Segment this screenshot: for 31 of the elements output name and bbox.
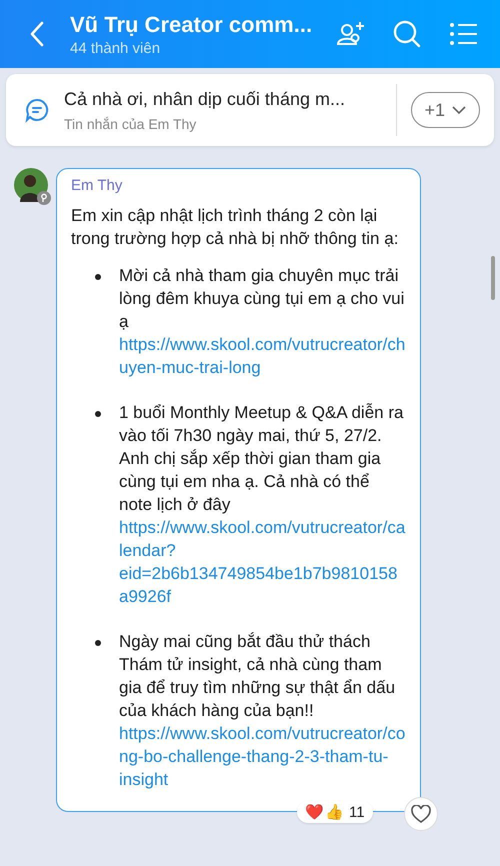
- scrollbar[interactable]: [491, 256, 495, 300]
- link[interactable]: https://www.skool.com/vutrucreator/cong-bo-challenge-thang-2-3-tham-tu-insight: [119, 722, 406, 791]
- pinned-message-text: Cả nhà ơi, nhân dịp cuối tháng m...: [64, 88, 346, 110]
- menu-icon: [449, 21, 477, 47]
- member-count: 44 thành viên: [70, 40, 162, 56]
- key-badge-icon: [37, 191, 51, 205]
- reaction-emoji: 👍: [325, 803, 344, 821]
- avatar[interactable]: [14, 168, 48, 202]
- list-item-text: 1 buổi Monthly Meetup & Q&A diễn ra vào tối 7h30 ngày mai, thứ 5, 27/2. Anh chị sắp xếp thời gian tham gia cùng tụi em nha ạ. Cả nhà có thể note lịch ở đây https://www.skool.com/vutrucreator/calendar?eid=2b6b134749854be1b7b9810158a9926f: [119, 402, 406, 608]
- search-icon: [392, 19, 422, 49]
- pinned-message-card[interactable]: Cả nhà ơi, nhân dịp cuối tháng m... Tin nhắn của Em Thy +1: [6, 74, 494, 146]
- heart-icon: [411, 805, 431, 823]
- back-icon: [29, 21, 45, 47]
- chevron-down-icon: [451, 105, 467, 115]
- message-text: Em xin cập nhật lịch trình tháng 2 còn lại trong trường hợp cả nhà bị nhỡ thông tin ạ:: [71, 205, 400, 250]
- group-title: Vũ Trụ Creator comm...: [70, 12, 314, 38]
- bullet-icon: [95, 274, 101, 280]
- reaction-pill[interactable]: ❤👍 11: [297, 801, 373, 823]
- list-item-text: Mời cả nhà tham gia chuyên mục trải lòng đêm khuya cùng tụi em ạ cho vui ạ https://www.skool.com/vutrucreator/chuyen-muc-trai-long: [119, 265, 406, 379]
- link[interactable]: https://www.skool.com/vutrucreator/calendar?eid=2b6b134749854be1b7b9810158a9926f: [119, 516, 406, 608]
- pinned-caption: Tin nhắn của Em Thy: [64, 116, 198, 132]
- more-pinned-button[interactable]: +1: [411, 92, 480, 128]
- link[interactable]: https://www.skool.com/vutrucreator/chuyen-muc-trai-long: [119, 333, 406, 379]
- bullet-icon: [95, 640, 101, 646]
- bullet-icon: [95, 411, 101, 417]
- reaction-emoji: ❤: [305, 803, 324, 821]
- sender-name: Em Thy: [71, 177, 124, 194]
- react-button[interactable]: [404, 797, 438, 831]
- reaction-count: 11: [349, 804, 365, 820]
- list-item-text: Ngày mai cũng bắt đầu thử thách Thám tử insight, cả nhà cùng tham gia để truy tìm những sự thật ẩn dấu của khách hàng của bạn!! https://www.skool.com/vutrucreator/cong-bo-challenge-thang-2-3-tham-tu-insight: [119, 631, 406, 791]
- chat-bubble-icon: [24, 97, 50, 123]
